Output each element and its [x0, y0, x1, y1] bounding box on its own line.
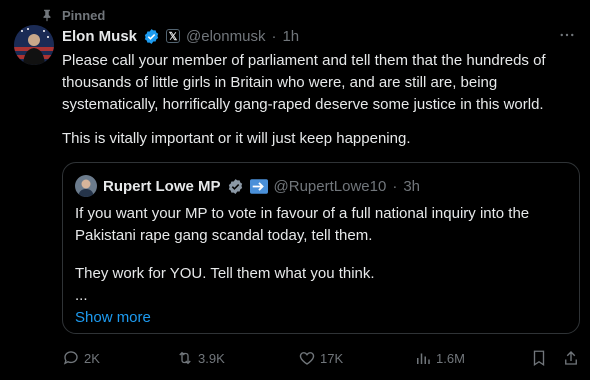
more-icon[interactable]: [558, 26, 576, 49]
meta-separator: ·: [271, 27, 277, 45]
quoted-author-name: Rupert Lowe MP: [103, 177, 221, 195]
post-header: Elon Musk @elonmusk · 1h: [62, 26, 574, 46]
post-body: Please call your member of parliament an…: [62, 50, 574, 150]
pin-icon: [43, 9, 51, 22]
author-handle[interactable]: @elonmusk: [186, 28, 265, 45]
views-icon: [417, 353, 430, 364]
pinned-indicator: Pinned: [36, 6, 105, 24]
post-paragraph: Please call your member of parliament an…: [62, 52, 546, 113]
author-name[interactable]: Elon Musk: [62, 28, 137, 45]
meta-separator: ·: [392, 177, 398, 195]
reply-button[interactable]: 2K: [62, 349, 100, 367]
share-button[interactable]: [562, 349, 580, 367]
quoted-ellipsis: ...: [75, 287, 88, 304]
like-icon: [299, 352, 315, 365]
views-count: 1.6M: [436, 350, 465, 366]
post-time[interactable]: 1h: [282, 28, 299, 45]
like-count: 17K: [320, 350, 344, 366]
share-icon: [565, 351, 577, 365]
action-bar: 2K 3.9K 17K 1.6M: [62, 348, 582, 368]
x-logo-icon[interactable]: [166, 29, 181, 43]
quoted-time: 3h: [403, 177, 420, 195]
quoted-body: If you want your MP to vote in favour of…: [75, 203, 565, 329]
reply-count: 2K: [84, 350, 100, 366]
verified-badge-icon: [228, 178, 242, 194]
quoted-avatar: [75, 175, 97, 197]
author-avatar[interactable]: [14, 25, 54, 65]
pinned-label: Pinned: [62, 7, 106, 23]
reply-icon: [63, 351, 78, 365]
views-button[interactable]: 1.6M: [414, 349, 465, 367]
quoted-author-handle: @RupertLowe10: [273, 177, 387, 195]
quoted-header: Rupert Lowe MP @RupertLowe10 · 3h: [75, 175, 567, 197]
repost-count: 3.9K: [198, 350, 225, 366]
repost-button[interactable]: 3.9K: [176, 349, 225, 367]
quoted-paragraph: They work for YOU. Tell them what you th…: [75, 265, 375, 282]
quoted-post[interactable]: Rupert Lowe MP @RupertLowe10 · 3h If you…: [62, 162, 580, 334]
quoted-paragraph: If you want your MP to vote in favour of…: [75, 205, 530, 244]
verified-badge-icon[interactable]: [143, 28, 160, 45]
show-more-link[interactable]: Show more: [75, 307, 565, 329]
like-button[interactable]: 17K: [298, 349, 343, 367]
affiliate-arrow-icon: [249, 178, 268, 194]
bookmark-icon: [533, 350, 545, 367]
repost-icon: [179, 351, 191, 365]
bookmark-button[interactable]: [530, 349, 548, 367]
post-paragraph: This is vitally important or it will jus…: [62, 130, 411, 147]
